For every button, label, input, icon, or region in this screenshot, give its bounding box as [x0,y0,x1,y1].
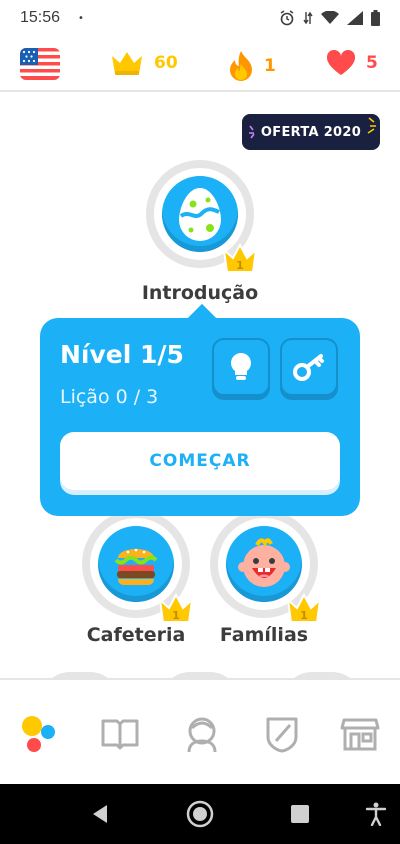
stories-icon [101,719,139,750]
skill-crown-badge: 1 [222,242,258,274]
data-arrows-icon [303,11,313,25]
egg-icon [179,188,221,241]
popover-arrow [187,303,217,333]
crown-icon [112,52,142,75]
notification-dot: • [78,12,84,24]
skill-cafeteria[interactable]: 1 [82,510,194,623]
signal-icon [347,11,363,25]
crown-icon: 1 [286,592,322,623]
sparkle-right-icon [367,117,376,134]
sparkle-left-icon [249,125,255,139]
streak-stat[interactable]: 1 [228,50,276,82]
nav-stories[interactable] [96,710,144,758]
skill-familias-label: Famílias [219,624,309,646]
home-icon [22,716,55,752]
offer-label: OFERTA 2020 [260,124,362,140]
skill-intro[interactable]: 1 [146,160,258,273]
nav-home[interactable] [14,710,62,758]
burger-icon [114,548,158,585]
course-flag-button[interactable] [20,48,60,80]
skill-familias-circle [226,526,302,602]
skill-crown-badge: 1 [158,592,194,624]
crown-icon: 1 [222,242,258,273]
streak-count: 1 [264,56,276,76]
shop-icon [340,718,380,751]
baby-face-icon [238,538,290,587]
test-out-key-button[interactable] [280,338,338,396]
lightbulb-icon [231,353,251,380]
offer-banner-button[interactable]: OFERTA 2020 [242,114,380,150]
skill-crown-level: 1 [172,609,180,622]
leagues-shield-icon [266,717,298,753]
popover-lesson-progress: Lição 0 / 3 [60,386,159,408]
key-icon [293,354,324,381]
home-circle-icon [186,800,214,828]
skill-crown-level: 1 [236,259,244,272]
us-flag-icon [20,48,60,80]
hearts-count: 5 [366,53,378,73]
profile-icon [187,717,217,753]
crowns-stat[interactable]: 60 [110,50,178,76]
crowns-count: 60 [154,53,178,73]
recents-button[interactable] [284,798,316,830]
wifi-icon [321,11,339,24]
skill-cafeteria-circle [98,526,174,602]
skill-intro-label: Introdução [141,282,259,304]
status-time: 15:56 [20,9,61,26]
skill-intro-circle [162,176,238,252]
recents-square-icon [291,805,309,823]
accessibility-icon [365,802,387,826]
accessibility-button[interactable] [360,798,392,830]
heart-icon [326,50,356,75]
start-lesson-button[interactable]: COMEÇAR [60,432,340,490]
back-button[interactable] [84,798,116,830]
home-system-button[interactable] [184,798,216,830]
system-nav-bar [0,784,400,844]
fire-icon [230,51,252,81]
skill-crown-level: 1 [300,609,308,622]
alarm-icon [280,10,294,26]
hearts-stat[interactable]: 5 [326,50,378,76]
popover-level-title: Nível 1/5 [60,340,184,369]
stats-bar: 60 1 5 [0,40,400,92]
nav-leagues[interactable] [258,710,306,758]
status-bar: 15:56 • [0,0,400,36]
nav-shop[interactable] [336,710,384,758]
bottom-nav [0,678,400,784]
skill-popover: Nível 1/5 Lição 0 / 3 COMEÇAR [40,303,360,516]
skill-crown-badge: 1 [286,592,322,624]
back-triangle-icon [93,805,107,823]
skill-familias[interactable]: 1 [210,510,322,623]
tips-button[interactable] [212,338,270,396]
status-icons [279,10,380,26]
nav-profile[interactable] [178,710,226,758]
battery-icon [371,10,380,26]
crown-icon: 1 [158,592,194,623]
